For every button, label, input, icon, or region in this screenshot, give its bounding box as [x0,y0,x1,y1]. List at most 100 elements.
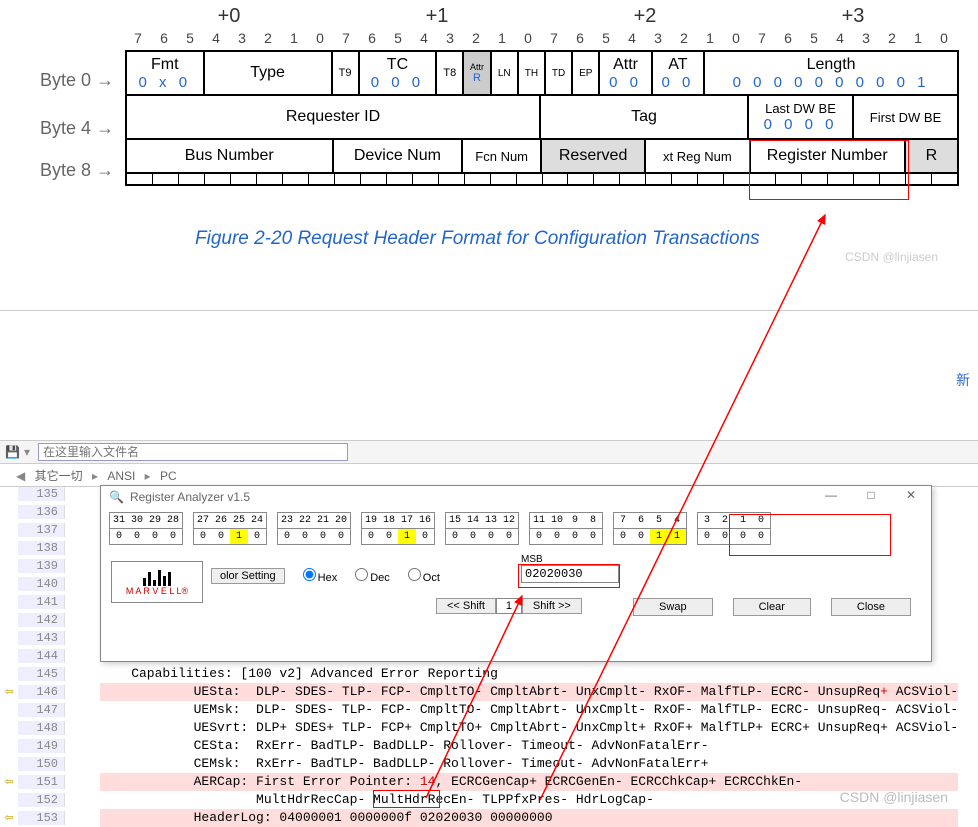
oct-radio[interactable] [408,568,421,581]
tab-other[interactable]: 其它一切 [35,469,83,483]
hex-radio-label[interactable]: Hex [295,568,338,584]
bit-3[interactable]: 30 [698,513,716,544]
bit-31[interactable]: 310 [110,513,128,544]
hex-radio[interactable] [303,568,316,581]
line-number: 153 [18,811,65,825]
bit-header: 0 [307,30,333,46]
bit-19[interactable]: 190 [362,513,380,544]
bit-28[interactable]: 280 [164,513,182,544]
bit-header: 5 [593,30,619,46]
bit-5[interactable]: 51 [650,513,668,544]
bit-20[interactable]: 200 [332,513,350,544]
bit-14[interactable]: 140 [464,513,482,544]
bit-24[interactable]: 240 [248,513,266,544]
bit-9[interactable]: 90 [566,513,584,544]
close-button[interactable]: Close [831,598,911,616]
fmt-label: Fmt [151,56,179,74]
bit-29[interactable]: 290 [146,513,164,544]
dropdown-icon[interactable]: ▾ [24,445,30,459]
minimize-button[interactable]: — [816,488,846,502]
line-number: 141 [18,595,65,609]
lastdw-label: Last DW BE [765,101,836,116]
offset-2: +2 [541,5,749,28]
dec-radio[interactable] [355,568,368,581]
bit-15[interactable]: 150 [446,513,464,544]
shift-controls: << Shift Shift >> [436,598,582,614]
byte8-label: Byte 8 → [40,160,114,181]
bit-4[interactable]: 41 [668,513,686,544]
code-line: Capabilities: [100 v2] Advanced Error Re… [100,665,958,683]
bit-17[interactable]: 171 [398,513,416,544]
offset-3: +3 [749,5,957,28]
tab-sep1: ▸ [92,469,98,483]
fmt-vals: 0 x 0 [139,74,192,91]
filename-input[interactable] [38,443,348,461]
byte0-label: Byte 0 → [40,70,114,91]
at-label: AT [668,56,687,74]
attr-r-label: Attr [470,62,484,72]
ln-label: LN [498,68,511,79]
oct-radio-label[interactable]: Oct [400,568,440,584]
tab-left-arrow[interactable]: ◀ [16,469,25,483]
color-setting-button[interactable]: olor Setting [211,568,285,584]
bit-11[interactable]: 110 [530,513,548,544]
swap-button[interactable]: Swap [633,598,713,616]
ep-label: EP [579,68,592,79]
close-x-button[interactable]: ✕ [896,488,926,502]
bit-header: 2 [463,30,489,46]
bit-23[interactable]: 230 [278,513,296,544]
window-title: Register Analyzer v1.5 [130,490,250,504]
requester-id-label: Requester ID [286,108,380,126]
shift-amount-input[interactable] [496,598,522,614]
bit-13[interactable]: 130 [482,513,500,544]
bit-header: 3 [437,30,463,46]
attr-label: Attr [613,56,638,74]
bit-27[interactable]: 270 [194,513,212,544]
bit-21[interactable]: 210 [314,513,332,544]
line-number: 151 [18,775,65,789]
bit-26[interactable]: 260 [212,513,230,544]
editor-toolbar: 💾 ▾ [0,440,978,464]
tc-vals: 0 0 0 [371,74,424,91]
bit-25[interactable]: 251 [230,513,248,544]
t9-label: T9 [339,67,352,79]
code-line: CEMsk: RxErr- BadTLP- BadDLLP- Rollover-… [100,755,958,773]
bit-8[interactable]: 80 [584,513,602,544]
tab-ansi[interactable]: ANSI [107,469,135,483]
reserved-label: Reserved [559,147,627,165]
bit-header-row: 76543210765432107654321076543210 [125,30,957,46]
bit-header: 7 [541,30,567,46]
maximize-button[interactable]: □ [856,488,886,502]
line-number: 152 [18,793,65,807]
firstdw-label: First DW BE [870,110,942,125]
bit-22[interactable]: 220 [296,513,314,544]
bit-18[interactable]: 180 [380,513,398,544]
clear-button[interactable]: Clear [733,598,811,616]
line-number: 136 [18,505,65,519]
bit-7[interactable]: 70 [614,513,632,544]
bit-6[interactable]: 60 [632,513,650,544]
shift-left-button[interactable]: << Shift [436,598,496,614]
dec-radio-label[interactable]: Dec [347,568,390,584]
bit-group: 150140130120 [445,512,519,545]
t8-label: T8 [443,67,456,79]
marvell-logo: M A R V E L L® [111,561,203,603]
tab-pc[interactable]: PC [160,469,177,483]
bit-header: 7 [125,30,151,46]
bit-16[interactable]: 160 [416,513,434,544]
line-number: 147 [18,703,65,717]
bit-group: 70605141 [613,512,687,545]
offset-1: +1 [333,5,541,28]
bit-12[interactable]: 120 [500,513,518,544]
bit-header: 2 [671,30,697,46]
code-line: UESvrt: DLP+ SDES+ TLP- FCP+ CmpltTO+ Cm… [100,719,958,737]
dec-text: Dec [370,572,390,584]
bit-10[interactable]: 100 [548,513,566,544]
line-number: 138 [18,541,65,555]
bit-header: 2 [879,30,905,46]
line-number: 139 [18,559,65,573]
line-number: 140 [18,577,65,591]
save-icon[interactable]: 💾 [5,445,20,459]
bit-30[interactable]: 300 [128,513,146,544]
shift-right-button[interactable]: Shift >> [522,598,582,614]
